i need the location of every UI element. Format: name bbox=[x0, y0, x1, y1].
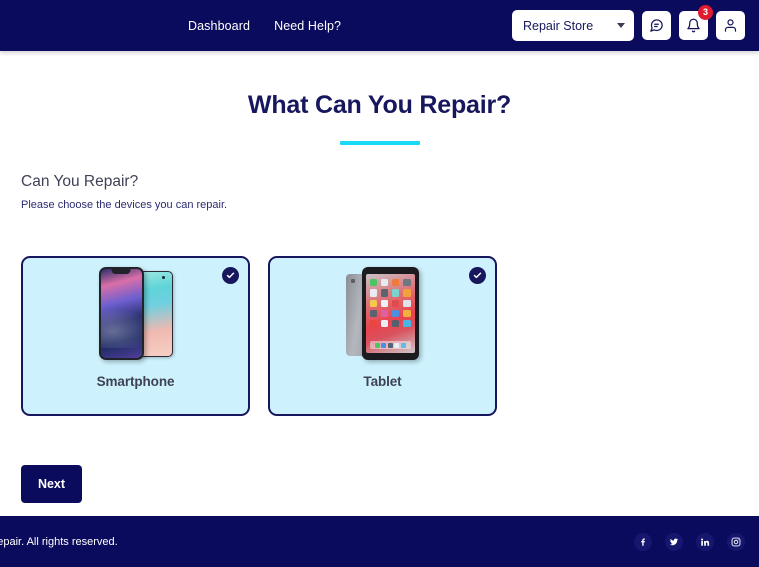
instagram-icon bbox=[731, 537, 741, 546]
tablet-app-icon bbox=[403, 289, 411, 297]
tablet-app-icon bbox=[392, 320, 400, 328]
tablet-app-icon bbox=[369, 309, 377, 317]
tablet-artwork bbox=[345, 267, 420, 360]
phone-screen-sheen bbox=[100, 306, 142, 348]
social-link-facebook[interactable] bbox=[634, 532, 652, 551]
facebook-icon bbox=[641, 537, 645, 546]
tablet-dock-icon bbox=[374, 342, 380, 348]
linkedin-icon bbox=[701, 537, 710, 546]
tablet-dock-icon bbox=[394, 342, 399, 348]
tablet-dock-icon bbox=[387, 342, 393, 348]
twitter-icon bbox=[669, 538, 679, 545]
tablet-app-icon bbox=[380, 279, 388, 287]
title-accent-underline bbox=[339, 141, 420, 145]
tablet-dock-icon bbox=[381, 342, 386, 348]
tablet-app-icon bbox=[369, 289, 377, 297]
device-label-smartphone: Smartphone bbox=[96, 374, 175, 389]
phone-notch bbox=[111, 269, 131, 274]
page-title: What Can You Repair? bbox=[247, 91, 512, 119]
smartphone-image bbox=[95, 267, 177, 360]
notification-badge: 3 bbox=[698, 5, 713, 20]
check-icon bbox=[473, 272, 482, 279]
selected-check-badge-smartphone[interactable] bbox=[222, 267, 239, 284]
chat-button[interactable] bbox=[642, 11, 671, 40]
selected-check-badge-tablet[interactable] bbox=[469, 267, 486, 284]
tablet-app-icon bbox=[403, 299, 411, 307]
tablet-image bbox=[345, 267, 420, 360]
tablet-app-icon bbox=[403, 279, 411, 287]
tablet-app-icon bbox=[369, 299, 377, 307]
phone-front-image bbox=[98, 267, 144, 360]
user-icon bbox=[724, 19, 737, 32]
main-content: What Can You Repair? Can You Repair? Ple… bbox=[0, 51, 759, 516]
device-card-list: Smartphone Tablet bbox=[21, 256, 497, 416]
nav-link-need-help[interactable]: Need Help? bbox=[274, 19, 341, 33]
copyright-text: Your Repair. All rights reserved. bbox=[0, 535, 118, 548]
device-card-tablet[interactable]: Tablet bbox=[268, 256, 497, 416]
main-navigation: Dashboard Need Help? bbox=[188, 19, 341, 33]
section-heading: Can You Repair? bbox=[21, 173, 139, 190]
top-header: Dashboard Need Help? Repair Store 3 bbox=[0, 0, 759, 51]
nav-link-dashboard[interactable]: Dashboard bbox=[188, 19, 250, 33]
tablet-app-icon bbox=[380, 299, 388, 307]
header-actions: Repair Store 3 bbox=[512, 0, 745, 51]
tablet-dock-icon bbox=[400, 342, 406, 348]
account-button[interactable] bbox=[716, 11, 745, 40]
section-subtitle: Please choose the devices you can repair… bbox=[21, 199, 228, 211]
tablet-screen bbox=[365, 274, 415, 353]
tablet-app-icon bbox=[369, 279, 377, 287]
chat-icon bbox=[650, 19, 663, 32]
tablet-app-icon bbox=[392, 299, 400, 307]
next-button[interactable]: Next bbox=[21, 465, 82, 503]
bell-icon bbox=[687, 18, 700, 33]
phone-artwork bbox=[95, 267, 177, 360]
store-selector-dropdown[interactable]: Repair Store bbox=[512, 10, 634, 41]
tablet-app-icon bbox=[403, 309, 411, 317]
device-card-smartphone[interactable]: Smartphone bbox=[21, 256, 250, 416]
tablet-app-icon bbox=[380, 320, 388, 328]
notifications-button[interactable]: 3 bbox=[679, 5, 713, 40]
social-link-twitter[interactable] bbox=[665, 532, 683, 551]
tablet-app-icon bbox=[380, 289, 388, 297]
device-label-tablet: Tablet bbox=[363, 374, 402, 389]
tablet-app-icon bbox=[392, 289, 400, 297]
tablet-app-icon bbox=[403, 320, 411, 328]
tablet-app-icon bbox=[392, 309, 400, 317]
social-links bbox=[634, 532, 745, 551]
store-selector-value: Repair Store bbox=[523, 18, 594, 33]
tablet-app-icon bbox=[392, 279, 400, 287]
page-footer: Your Repair. All rights reserved. bbox=[0, 516, 759, 567]
social-link-linkedin[interactable] bbox=[696, 532, 714, 551]
social-link-instagram[interactable] bbox=[727, 532, 745, 551]
tablet-app-icon bbox=[380, 309, 388, 317]
tablet-dock bbox=[369, 341, 411, 349]
tablet-front-image bbox=[361, 267, 419, 360]
tablet-app-icon bbox=[369, 320, 377, 328]
check-icon bbox=[226, 272, 235, 279]
tablet-app-grid bbox=[369, 279, 411, 328]
chevron-down-icon bbox=[617, 23, 625, 28]
